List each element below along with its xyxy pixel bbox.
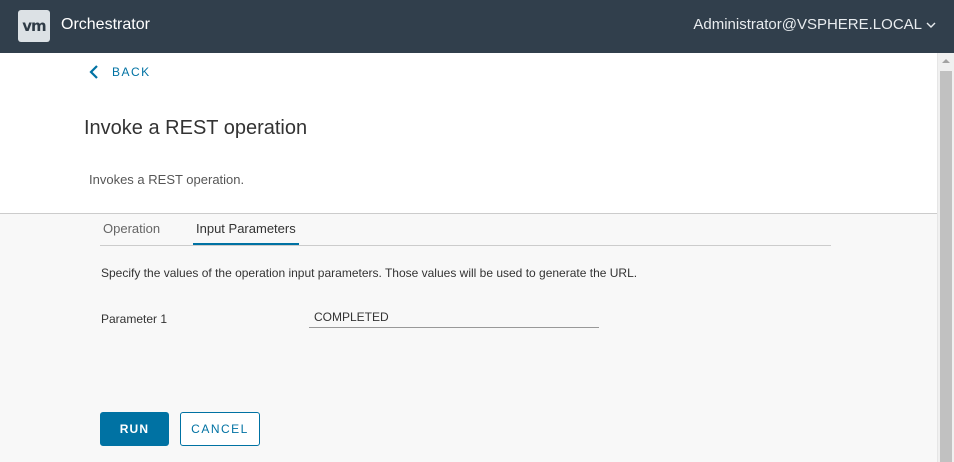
- parameter-1-input[interactable]: [309, 306, 599, 328]
- user-menu[interactable]: Administrator@VSPHERE.LOCAL: [693, 16, 936, 33]
- form-area: Operation Input Parameters Specify the v…: [0, 214, 937, 462]
- chevron-down-icon: [926, 22, 936, 28]
- page-title: Invoke a REST operation: [84, 117, 308, 139]
- cancel-button[interactable]: CANCEL: [180, 412, 260, 446]
- page-header: BACK Invoke a REST operation Invokes a R…: [0, 53, 937, 214]
- app-title: Orchestrator: [61, 16, 150, 33]
- vmware-logo-icon: vm: [18, 10, 50, 42]
- page-description: Invokes a REST operation.: [89, 172, 245, 187]
- top-nav-bar: vm Orchestrator Administrator@VSPHERE.LO…: [0, 0, 954, 53]
- tab-bar: Operation Input Parameters: [100, 214, 831, 246]
- tab-operation[interactable]: Operation: [103, 221, 160, 245]
- tab-input-parameters[interactable]: Input Parameters: [193, 221, 299, 245]
- chevron-left-icon: [89, 65, 98, 79]
- scrollbar-thumb[interactable]: [940, 71, 952, 462]
- user-name: Administrator@VSPHERE.LOCAL: [693, 16, 922, 33]
- instructions-text: Specify the values of the operation inpu…: [101, 266, 638, 280]
- back-link[interactable]: BACK: [89, 65, 151, 79]
- scroll-up-arrow-icon[interactable]: [942, 59, 950, 63]
- run-button[interactable]: RUN: [100, 412, 169, 446]
- vertical-scrollbar[interactable]: [937, 53, 954, 462]
- app-window: vm Orchestrator Administrator@VSPHERE.LO…: [0, 0, 954, 462]
- back-label: BACK: [112, 65, 151, 79]
- parameter-1-label: Parameter 1: [101, 312, 168, 326]
